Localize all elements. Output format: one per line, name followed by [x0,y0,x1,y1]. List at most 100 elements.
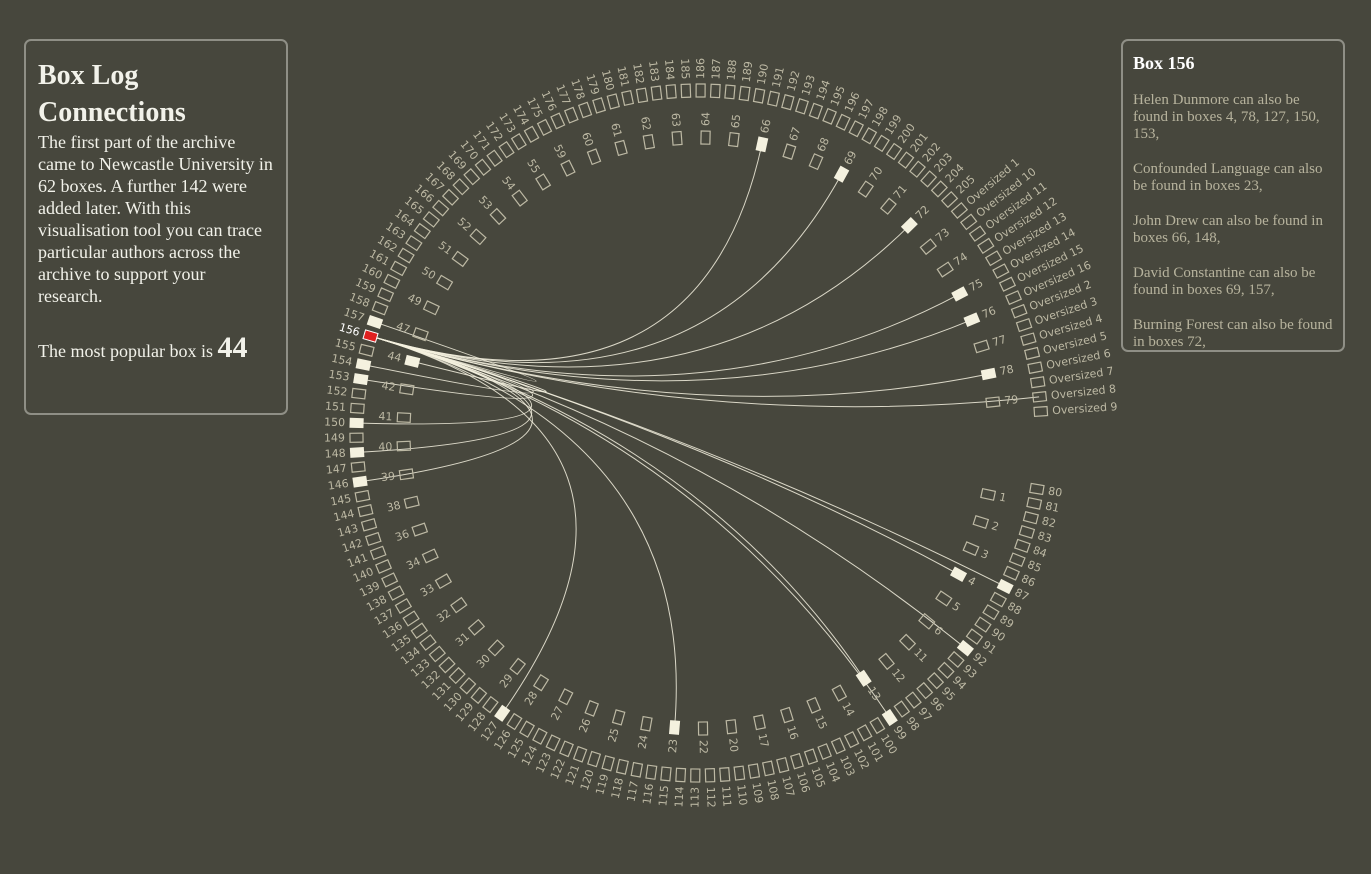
box-marker[interactable] [738,85,751,102]
inner-box-54[interactable]: 54 [499,174,529,207]
inner-box-41[interactable]: 41 [378,410,412,425]
box-marker[interactable] [974,616,992,633]
inner-box-5[interactable]: 5 [935,589,963,614]
box-marker[interactable] [747,763,761,779]
box-marker[interactable] [985,396,1001,408]
box-marker[interactable] [806,696,822,714]
outer-box-113[interactable]: 113 [688,768,702,808]
box-marker[interactable] [885,142,903,161]
inner-box-38[interactable]: 38 [385,494,420,515]
box-marker[interactable] [587,750,602,768]
box-marker[interactable] [833,165,850,183]
box-marker[interactable] [421,548,439,564]
box-marker[interactable] [532,727,548,745]
box-marker[interactable] [719,767,731,782]
box-marker[interactable] [354,489,371,503]
inner-box-73[interactable]: 73 [919,226,952,256]
outer-box-152[interactable]: 152 [326,383,367,400]
outer-box-185[interactable]: 185 [678,58,692,99]
box-marker[interactable] [350,461,366,473]
box-marker[interactable] [897,151,915,169]
box-marker[interactable] [519,720,536,738]
inner-box-27[interactable]: 27 [548,688,574,722]
inner-box-14[interactable]: 14 [831,684,858,719]
box-marker[interactable] [558,688,574,706]
box-marker[interactable] [962,541,980,557]
box-chord-diagram[interactable]: Oversized 9Oversized 8Oversized 7Oversiz… [0,0,1371,874]
inner-box-34[interactable]: 34 [404,547,439,572]
inner-box-17[interactable]: 17 [752,714,771,749]
box-marker[interactable] [377,287,395,303]
box-marker[interactable] [614,139,628,157]
outer-box-oversized-9[interactable]: Oversized 9 [1033,400,1118,418]
box-marker[interactable] [650,85,663,101]
box-marker[interactable] [402,610,420,627]
inner-box-29[interactable]: 29 [497,657,527,691]
box-marker[interactable] [511,189,529,207]
inner-box-13[interactable]: 13 [855,669,884,703]
box-marker[interactable] [861,127,878,145]
outer-box-94[interactable]: 94 [937,661,969,693]
inner-box-26[interactable]: 26 [576,699,600,735]
inner-box-3[interactable]: 3 [962,540,991,562]
box-marker[interactable] [982,604,1000,621]
box-marker[interactable] [782,143,797,160]
inner-box-32[interactable]: 32 [434,596,468,625]
outer-box-183[interactable]: 183 [646,60,664,101]
box-marker[interactable] [482,695,499,714]
box-marker[interactable] [700,130,711,145]
inner-box-49[interactable]: 49 [405,291,440,316]
inner-box-75[interactable]: 75 [951,276,985,303]
box-marker[interactable] [968,225,987,242]
box-marker[interactable] [369,545,387,561]
inner-box-68[interactable]: 68 [807,136,832,171]
inner-box-28[interactable]: 28 [522,673,550,708]
box-marker[interactable] [396,412,412,424]
box-marker[interactable] [727,131,740,148]
box-marker[interactable] [724,84,736,100]
box-marker[interactable] [422,300,440,316]
box-marker[interactable] [959,213,978,231]
box-marker[interactable] [963,312,981,328]
box-marker[interactable] [411,522,429,537]
box-marker[interactable] [387,585,405,601]
box-marker[interactable] [606,93,620,110]
inner-box-65[interactable]: 65 [727,114,744,148]
box-marker[interactable] [394,597,413,614]
inner-box-63[interactable]: 63 [669,112,684,146]
inner-box-1[interactable]: 1 [980,487,1008,505]
inner-box-66[interactable]: 66 [754,118,774,153]
box-marker[interactable] [893,700,911,718]
box-marker[interactable] [916,681,934,700]
box-marker[interactable] [1015,317,1033,333]
outer-box-182[interactable]: 182 [630,62,649,104]
box-marker[interactable] [577,101,593,119]
box-marker[interactable] [766,90,781,107]
inner-box-20[interactable]: 20 [724,719,741,753]
box-marker[interactable] [869,716,886,735]
inner-box-72[interactable]: 72 [900,203,932,235]
outer-box-80[interactable]: 80 [1029,482,1063,500]
box-marker[interactable] [973,339,990,354]
inner-box-40[interactable]: 40 [378,439,412,454]
inner-box-25[interactable]: 25 [605,709,626,744]
box-marker[interactable] [1027,361,1044,375]
box-marker[interactable] [904,691,922,709]
box-marker[interactable] [965,628,984,645]
box-marker[interactable] [977,237,995,254]
box-marker[interactable] [441,188,460,206]
outer-box-111[interactable]: 111 [718,767,734,808]
box-marker[interactable] [510,132,527,151]
outer-box-95[interactable]: 95 [926,671,958,704]
box-marker[interactable] [366,315,384,330]
box-marker[interactable] [956,639,974,657]
box-marker[interactable] [381,572,399,588]
box-marker[interactable] [1026,496,1043,510]
inner-box-2[interactable]: 2 [972,514,1001,534]
box-marker[interactable] [709,83,721,99]
box-marker[interactable] [375,559,393,574]
outer-box-115[interactable]: 115 [656,766,673,807]
box-marker[interactable] [452,178,470,196]
inner-box-51[interactable]: 51 [436,239,470,268]
box-marker[interactable] [947,650,965,668]
